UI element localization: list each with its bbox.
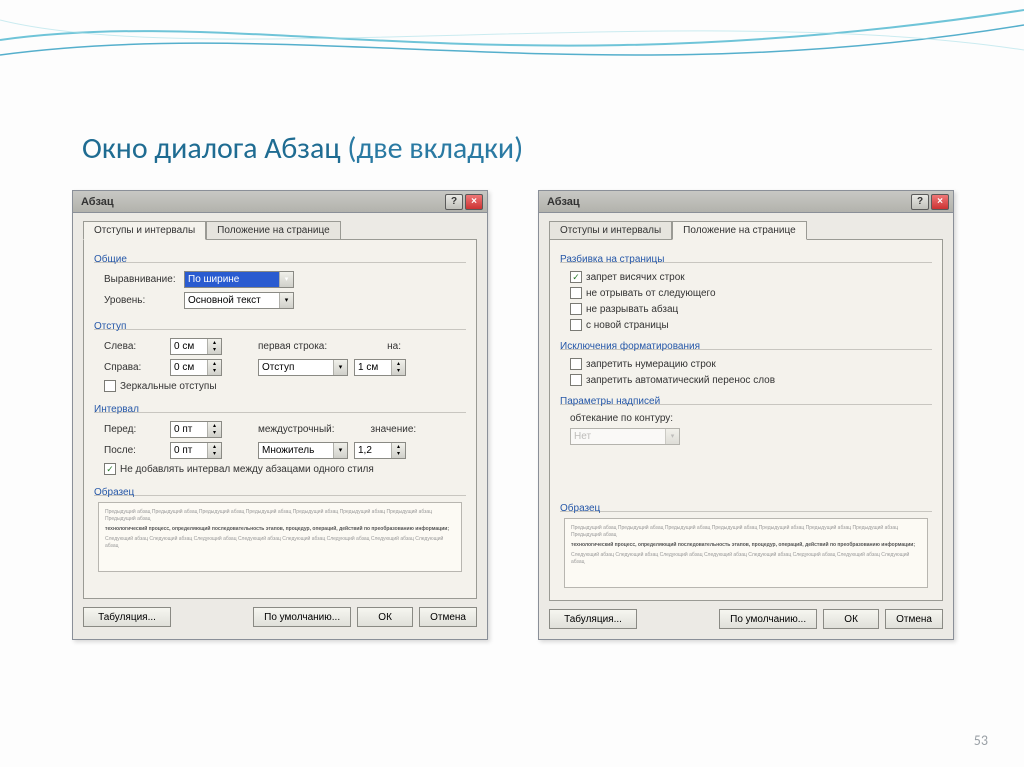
spinner-icon[interactable]: ▴▾ [391,360,405,375]
group-pagination-label: Разбивка на страницы [560,254,932,265]
page-number: 53 [974,732,988,749]
pagebreak-checkbox[interactable] [570,319,582,331]
linespace-at-spin[interactable]: 1,2 ▴▾ [354,442,406,459]
decorative-swoosh [0,0,1024,100]
suppress-hyphen-label: запретить автоматический перенос слов [586,375,775,386]
preview-box: Предыдущий абзац Предыдущий абзац Предыд… [564,518,928,588]
tab-indents[interactable]: Отступы и интервалы [549,221,672,240]
linespace-label: междустрочный: [258,424,335,435]
ok-button[interactable]: ОК [357,607,413,627]
indent-right-spin[interactable]: 0 см ▴▾ [170,359,222,376]
spinner-icon[interactable]: ▴▾ [207,339,221,354]
preview-box: Предыдущий абзац Предыдущий абзац Предыд… [98,502,462,572]
after-spin[interactable]: 0 пт ▴▾ [170,442,222,459]
tab-pageflow[interactable]: Положение на странице [206,221,340,240]
dialog-title: Абзац [543,196,909,208]
firstline-by-spin[interactable]: 1 см ▴▾ [354,359,406,376]
keeplines-checkbox[interactable] [570,303,582,315]
keepnext-checkbox[interactable] [570,287,582,299]
linespace-combo[interactable]: Множитель ▾ [258,442,348,459]
pagebreak-label: с новой страницы [586,320,669,331]
wrap-combo[interactable]: Нет ▾ [570,428,680,445]
by-label: на: [387,341,401,352]
tabs-button[interactable]: Табуляция... [549,609,637,629]
suppress-linenum-label: запретить нумерацию строк [586,359,716,370]
linespace-at-label: значение: [371,424,417,435]
spinner-icon[interactable]: ▴▾ [207,360,221,375]
close-icon[interactable]: × [931,194,949,210]
widow-label: запрет висячих строк [586,272,685,283]
after-label: После: [104,445,164,456]
cancel-button[interactable]: Отмена [885,609,943,629]
group-preview-label: Образец [94,487,466,498]
alignment-combo[interactable]: По ширине ▾ [184,271,294,288]
title-paren: (две вкладки) [341,130,524,167]
default-button[interactable]: По умолчанию... [719,609,817,629]
keeplines-label: не разрывать абзац [586,304,678,315]
tab-pageflow[interactable]: Положение на странице [672,221,806,240]
chevron-down-icon[interactable]: ▾ [333,443,347,458]
titlebar[interactable]: Абзац ? × [73,191,487,213]
indent-left-label: Слева: [104,341,164,352]
chevron-down-icon[interactable]: ▾ [279,272,293,287]
tabs-button[interactable]: Табуляция... [83,607,171,627]
ok-button[interactable]: ОК [823,609,879,629]
titlebar[interactable]: Абзац ? × [539,191,953,213]
firstline-combo[interactable]: Отступ ▾ [258,359,348,376]
tab-indents[interactable]: Отступы и интервалы [83,221,206,240]
before-label: Перед: [104,424,164,435]
suppress-linenum-checkbox[interactable] [570,358,582,370]
spinner-icon[interactable]: ▴▾ [207,422,221,437]
chevron-down-icon[interactable]: ▾ [333,360,347,375]
help-icon[interactable]: ? [911,194,929,210]
level-label: Уровень: [104,295,178,306]
nospace-same-checkbox[interactable]: ✓ [104,463,116,475]
group-indent-label: Отступ [94,321,466,332]
help-icon[interactable]: ? [445,194,463,210]
default-button[interactable]: По умолчанию... [253,607,351,627]
group-preview-label: Образец [560,503,932,514]
wrap-label: обтекание по контуру: [570,413,690,424]
group-spacing-label: Интервал [94,404,466,415]
indent-right-label: Справа: [104,362,164,373]
close-icon[interactable]: × [465,194,483,210]
alignment-label: Выравнивание: [104,274,178,285]
slide-title: Окно диалога Абзац (две вкладки) [82,130,523,167]
spinner-icon[interactable]: ▴▾ [207,443,221,458]
chevron-down-icon[interactable]: ▾ [665,429,679,444]
cancel-button[interactable]: Отмена [419,607,477,627]
before-spin[interactable]: 0 пт ▴▾ [170,421,222,438]
chevron-down-icon[interactable]: ▾ [279,293,293,308]
group-textbox-label: Параметры надписей [560,396,932,407]
level-combo[interactable]: Основной текст ▾ [184,292,294,309]
mirror-indents-checkbox[interactable] [104,380,116,392]
firstline-label: первая строка: [258,341,327,352]
nospace-same-label: Не добавлять интервал между абзацами одн… [120,464,374,475]
group-general-label: Общие [94,254,466,265]
spinner-icon[interactable]: ▴▾ [391,443,405,458]
mirror-indents-label: Зеркальные отступы [120,381,217,392]
dialog-paragraph-pagination: Абзац ? × Отступы и интервалы Положение … [538,190,954,640]
dialog-title: Абзац [77,196,443,208]
suppress-hyphen-checkbox[interactable] [570,374,582,386]
title-main: Окно диалога Абзац [82,130,341,167]
widow-checkbox[interactable]: ✓ [570,271,582,283]
indent-left-spin[interactable]: 0 см ▴▾ [170,338,222,355]
keepnext-label: не отрывать от следующего [586,288,716,299]
group-exceptions-label: Исключения форматирования [560,341,932,352]
dialog-paragraph-indents: Абзац ? × Отступы и интервалы Положение … [72,190,488,640]
